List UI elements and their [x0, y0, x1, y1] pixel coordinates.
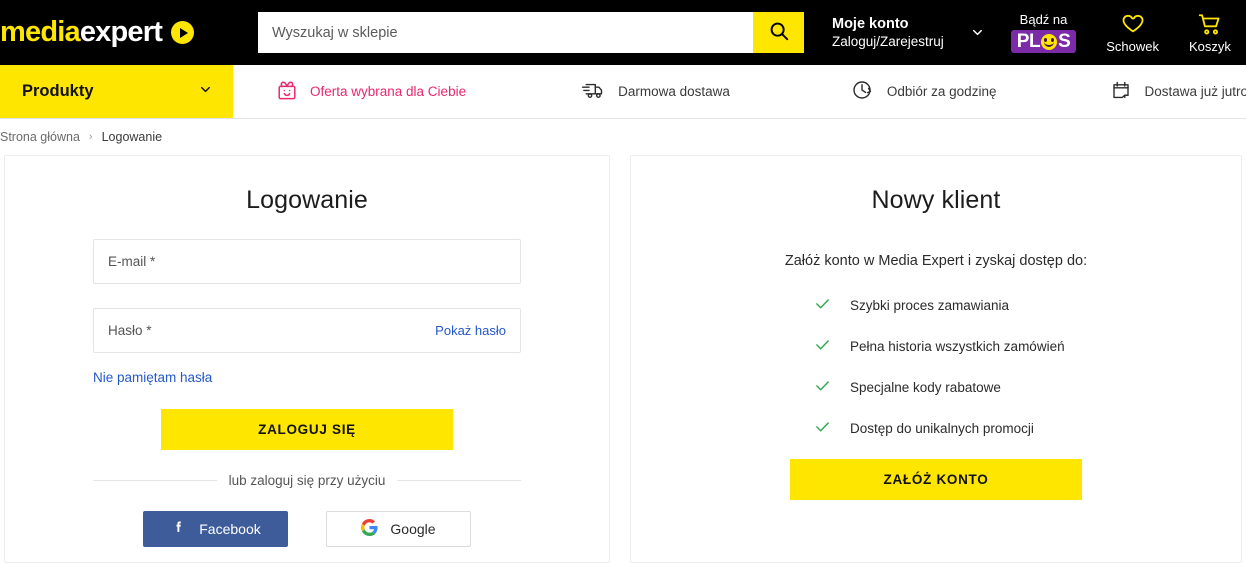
main-content: Logowanie E-mail * Hasło * Pokaż hasło N…: [0, 155, 1246, 563]
check-icon: [814, 418, 831, 438]
search-input[interactable]: [258, 12, 753, 53]
benefits-list: Szybki proces zamawiania Pełna historia …: [814, 295, 1211, 438]
nav-item-free-delivery-label: Darmowa dostawa: [618, 84, 730, 99]
site-header: mediaexpert Moje konto Zaloguj/Zarejestr…: [0, 0, 1246, 65]
wishlist-button[interactable]: Schowek: [1106, 12, 1159, 54]
nav-item-pickup-hour[interactable]: Odbiór za godzinę: [850, 78, 997, 105]
password-field[interactable]: Hasło * Pokaż hasło: [93, 308, 521, 353]
google-login-label: Google: [390, 521, 436, 537]
search-icon: [768, 20, 790, 45]
google-icon: [361, 519, 378, 539]
social-divider-label: lub zaloguj się przy użyciu: [228, 473, 386, 488]
nav-item-next-day-label: Dostawa już jutro: [1144, 84, 1246, 99]
account-title: Moje konto: [832, 15, 909, 32]
login-title: Logowanie: [246, 186, 368, 214]
cart-button[interactable]: Koszyk: [1189, 12, 1231, 54]
cart-icon: [1189, 12, 1231, 38]
breadcrumb-home[interactable]: Strona główna: [0, 130, 80, 144]
breadcrumb-current: Logowanie: [101, 130, 163, 144]
search-button[interactable]: [753, 12, 804, 53]
list-item: Pełna historia wszystkich zamówień: [814, 336, 1211, 356]
logo-media-text: media: [0, 16, 81, 48]
calendar-icon: [1109, 78, 1133, 105]
login-card: Logowanie E-mail * Hasło * Pokaż hasło N…: [4, 155, 610, 563]
register-title: Nowy klient: [871, 186, 1001, 214]
facebook-login-label: Facebook: [199, 521, 261, 537]
check-icon: [814, 336, 831, 356]
check-icon: [814, 377, 831, 397]
facebook-icon: [170, 519, 187, 539]
smiley-icon: [1041, 33, 1058, 50]
benefit-label: Dostęp do unikalnych promocji: [850, 420, 1034, 436]
truck-icon: [581, 78, 607, 105]
chevron-down-icon[interactable]: [970, 25, 985, 40]
benefit-label: Szybki proces zamawiania: [850, 297, 1010, 313]
gift-icon: [275, 78, 299, 105]
wishlist-label: Schowek: [1106, 38, 1160, 54]
login-submit-button[interactable]: ZALOGUJ SIĘ: [161, 409, 453, 450]
list-item: Specjalne kody rabatowe: [814, 377, 1211, 397]
nav-item-next-day[interactable]: Dostawa już jutro: [1109, 78, 1246, 105]
social-divider: lub zaloguj się przy użyciu: [93, 473, 521, 488]
chevron-down-icon: [198, 82, 213, 102]
clock-icon: [850, 78, 876, 105]
register-subtitle: Załóż konto w Media Expert i zyskaj dost…: [784, 253, 1088, 269]
check-icon: [814, 295, 831, 315]
logo-wordmark: mediaexpert: [0, 16, 163, 48]
plus-promo[interactable]: Bądź na PL S: [1010, 11, 1077, 54]
heart-icon: [1106, 12, 1159, 38]
breadcrumb-separator: ›: [88, 131, 93, 143]
products-menu-button[interactable]: Produkty: [0, 65, 233, 118]
register-submit-button[interactable]: ZAŁÓŻ KONTO: [790, 459, 1082, 500]
nav-item-pickup-hour-label: Odbiór za godzinę: [886, 84, 997, 99]
account-menu[interactable]: Moje konto Zaloguj/Zarejestruj: [832, 15, 985, 51]
show-password-button[interactable]: Pokaż hasło: [435, 323, 506, 338]
benefit-label: Pełna historia wszystkich zamówień: [850, 338, 1065, 354]
facebook-login-button[interactable]: Facebook: [143, 511, 288, 547]
nav-item-offer[interactable]: Oferta wybrana dla Ciebie: [275, 78, 466, 105]
plus-label: Bądź na: [1019, 11, 1068, 27]
list-item: Dostęp do unikalnych promocji: [814, 418, 1211, 438]
benefit-label: Specjalne kody rabatowe: [850, 379, 1001, 395]
forgot-password-link[interactable]: Nie pamiętam hasła: [93, 370, 212, 385]
logo-expert-text: expert: [79, 16, 163, 48]
main-nav: Produkty Oferta wybrana dla Ciebie Darmo…: [0, 65, 1246, 119]
plus-badge-left-text: PL: [1016, 31, 1041, 53]
register-card: Nowy klient Załóż konto w Media Expert i…: [630, 155, 1242, 563]
breadcrumb: Strona główna › Logowanie: [0, 119, 1246, 155]
account-subtitle: Zaloguj/Zarejestruj: [832, 34, 944, 50]
search-bar[interactable]: [258, 12, 804, 53]
password-field-label: Hasło *: [108, 323, 152, 338]
play-circle-icon: [171, 21, 195, 44]
list-item: Szybki proces zamawiania: [814, 295, 1211, 315]
nav-item-free-delivery[interactable]: Darmowa dostawa: [581, 78, 730, 105]
nav-item-offer-label: Oferta wybrana dla Ciebie: [310, 84, 467, 99]
products-label: Produkty: [22, 82, 94, 100]
plus-badge-right-text: S: [1058, 31, 1071, 53]
cart-label: Koszyk: [1189, 38, 1231, 54]
logo[interactable]: mediaexpert: [0, 0, 250, 65]
email-field-label: E-mail *: [108, 254, 156, 269]
social-login-group: Facebook Google: [93, 511, 521, 547]
plus-badge[interactable]: PL S: [1010, 30, 1077, 54]
google-login-button[interactable]: Google: [326, 511, 471, 547]
email-field[interactable]: E-mail *: [93, 239, 521, 284]
